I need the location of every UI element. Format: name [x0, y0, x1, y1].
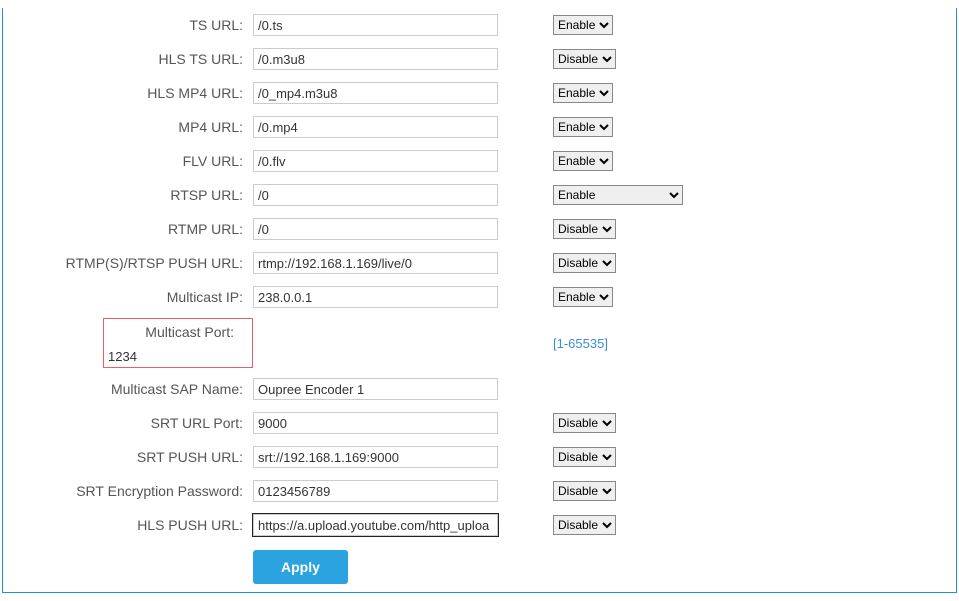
input-srt-push-url[interactable] — [253, 446, 498, 468]
input-hls-mp4-url[interactable] — [253, 82, 498, 104]
label-rtsp-url: RTSP URL: — [3, 178, 253, 212]
select-srt-push-url[interactable]: Disable — [553, 447, 616, 467]
select-rtmp-url[interactable]: Disable — [553, 219, 616, 239]
select-multicast-ip[interactable]: Enable — [553, 287, 613, 307]
apply-button[interactable]: Apply — [253, 550, 348, 584]
input-rtmp-url[interactable] — [253, 218, 498, 240]
select-mp4-url[interactable]: Enable — [553, 117, 613, 137]
select-srt-url-port[interactable]: Disable — [553, 413, 616, 433]
label-srt-push-url: SRT PUSH URL: — [3, 440, 253, 474]
input-hls-push-url[interactable] — [253, 514, 498, 536]
input-multicast-sap[interactable] — [253, 378, 498, 400]
input-srt-url-port[interactable] — [253, 412, 498, 434]
select-rtmp-push-url[interactable]: Disable — [553, 253, 616, 273]
input-flv-url[interactable] — [253, 150, 498, 172]
multicast-port-highlight: Multicast Port: — [103, 318, 253, 368]
label-multicast-port: Multicast Port: — [104, 319, 244, 345]
select-rtsp-url[interactable]: Enable — [553, 185, 683, 205]
label-multicast-ip: Multicast IP: — [3, 280, 253, 314]
input-mp4-url[interactable] — [253, 116, 498, 138]
label-hls-mp4-url: HLS MP4 URL: — [3, 76, 253, 110]
input-multicast-ip[interactable] — [253, 286, 498, 308]
select-hls-ts-url[interactable]: Disable — [553, 49, 616, 69]
label-ts-url: TS URL: — [3, 8, 253, 42]
label-hls-ts-url: HLS TS URL: — [3, 42, 253, 76]
select-flv-url[interactable]: Enable — [553, 151, 613, 171]
label-hls-push-url: HLS PUSH URL: — [3, 508, 253, 542]
label-mp4-url: MP4 URL: — [3, 110, 253, 144]
hint-multicast-port: [1-65535] — [533, 314, 693, 372]
settings-panel: TS URL: Enable HLS TS URL: Disable HLS M… — [2, 8, 957, 593]
label-srt-url-port: SRT URL Port: — [3, 406, 253, 440]
input-hls-ts-url[interactable] — [253, 48, 498, 70]
input-rtsp-url[interactable] — [253, 184, 498, 206]
input-ts-url[interactable] — [253, 14, 498, 36]
label-flv-url: FLV URL: — [3, 144, 253, 178]
input-rtmp-push-url[interactable] — [253, 252, 498, 274]
label-rtmp-push-url: RTMP(S)/RTSP PUSH URL: — [3, 246, 253, 280]
select-ts-url[interactable]: Enable — [553, 15, 613, 35]
label-srt-enc-pwd: SRT Encryption Password: — [3, 474, 253, 508]
select-hls-push-url[interactable]: Disable — [553, 515, 616, 535]
select-srt-enc-pwd[interactable]: Disable — [553, 481, 616, 501]
label-rtmp-url: RTMP URL: — [3, 212, 253, 246]
input-srt-enc-pwd[interactable] — [253, 480, 498, 502]
label-multicast-sap: Multicast SAP Name: — [3, 372, 253, 406]
input-multicast-port[interactable] — [104, 345, 252, 367]
form-table: TS URL: Enable HLS TS URL: Disable HLS M… — [3, 8, 693, 542]
select-hls-mp4-url[interactable]: Enable — [553, 83, 613, 103]
